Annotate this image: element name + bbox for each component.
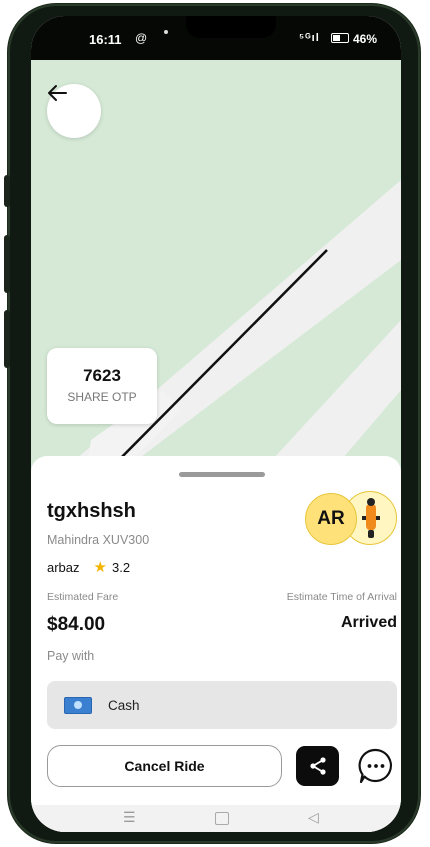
signal-icon: ⁵ᴳıl: [299, 32, 320, 44]
otp-code: 7623: [83, 366, 121, 385]
payment-method-label: Cash: [108, 697, 140, 713]
cancel-ride-button[interactable]: Cancel Ride: [47, 745, 282, 787]
chat-icon: [358, 748, 392, 784]
otp-card: 7623 SHARE OTP: [47, 348, 157, 424]
driver-avatar: AR: [305, 493, 357, 545]
back-nav-icon[interactable]: ◁: [308, 809, 319, 826]
estimated-fare-label: Estimated Fare: [47, 591, 119, 603]
ride-bottom-sheet: tgxhshsh Mahindra XUV300 arbaz ★ 3.2 AR …: [31, 456, 401, 832]
map-view[interactable]: 7623 SHARE OTP: [31, 60, 401, 472]
battery-icon: [331, 33, 349, 43]
sheet-drag-handle[interactable]: [179, 472, 265, 477]
otp-label: SHARE OTP: [67, 390, 137, 404]
phone-screen: 16:11 @ ⁵ᴳıl 46% 7623 SHARE OTP tgxhshsh: [31, 16, 401, 832]
notification-icon: @: [135, 31, 148, 45]
notification-dot: [164, 30, 168, 34]
camera-notch: [186, 16, 276, 38]
home-nav-icon[interactable]: [215, 812, 229, 825]
pay-with-label: Pay with: [47, 649, 95, 663]
driver-name: arbaz: [47, 559, 80, 575]
side-button: [4, 310, 10, 368]
chat-button[interactable]: [355, 745, 397, 787]
share-icon: [309, 757, 326, 775]
driver-avatar-group: AR: [301, 487, 401, 547]
driver-rating-row: arbaz ★ 3.2: [47, 558, 130, 576]
side-button: [4, 235, 10, 293]
menu-nav-icon[interactable]: ☰: [123, 809, 136, 826]
status-time: 16:11: [89, 32, 122, 47]
payment-method-selector[interactable]: Cash: [47, 681, 397, 729]
back-button[interactable]: [47, 84, 101, 138]
side-button: [4, 175, 10, 207]
status-bar: 16:11 @ ⁵ᴳıl 46%: [31, 16, 401, 60]
cash-icon: [64, 696, 92, 714]
arrow-left-icon: [48, 85, 67, 101]
fare-amount: $84.00: [47, 614, 106, 635]
share-button[interactable]: [296, 746, 339, 786]
vehicle-model: Mahindra XUV300: [47, 533, 150, 547]
eta-value: Arrived: [340, 614, 397, 631]
system-nav-bar: ☰ ◁: [31, 805, 401, 832]
driver-rating: 3.2: [111, 559, 131, 575]
rider-name: tgxhshsh: [47, 500, 136, 522]
eta-label: Estimate Time of Arrival: [286, 591, 397, 603]
star-icon: ★: [93, 559, 107, 576]
battery-percent: 46%: [353, 32, 378, 46]
